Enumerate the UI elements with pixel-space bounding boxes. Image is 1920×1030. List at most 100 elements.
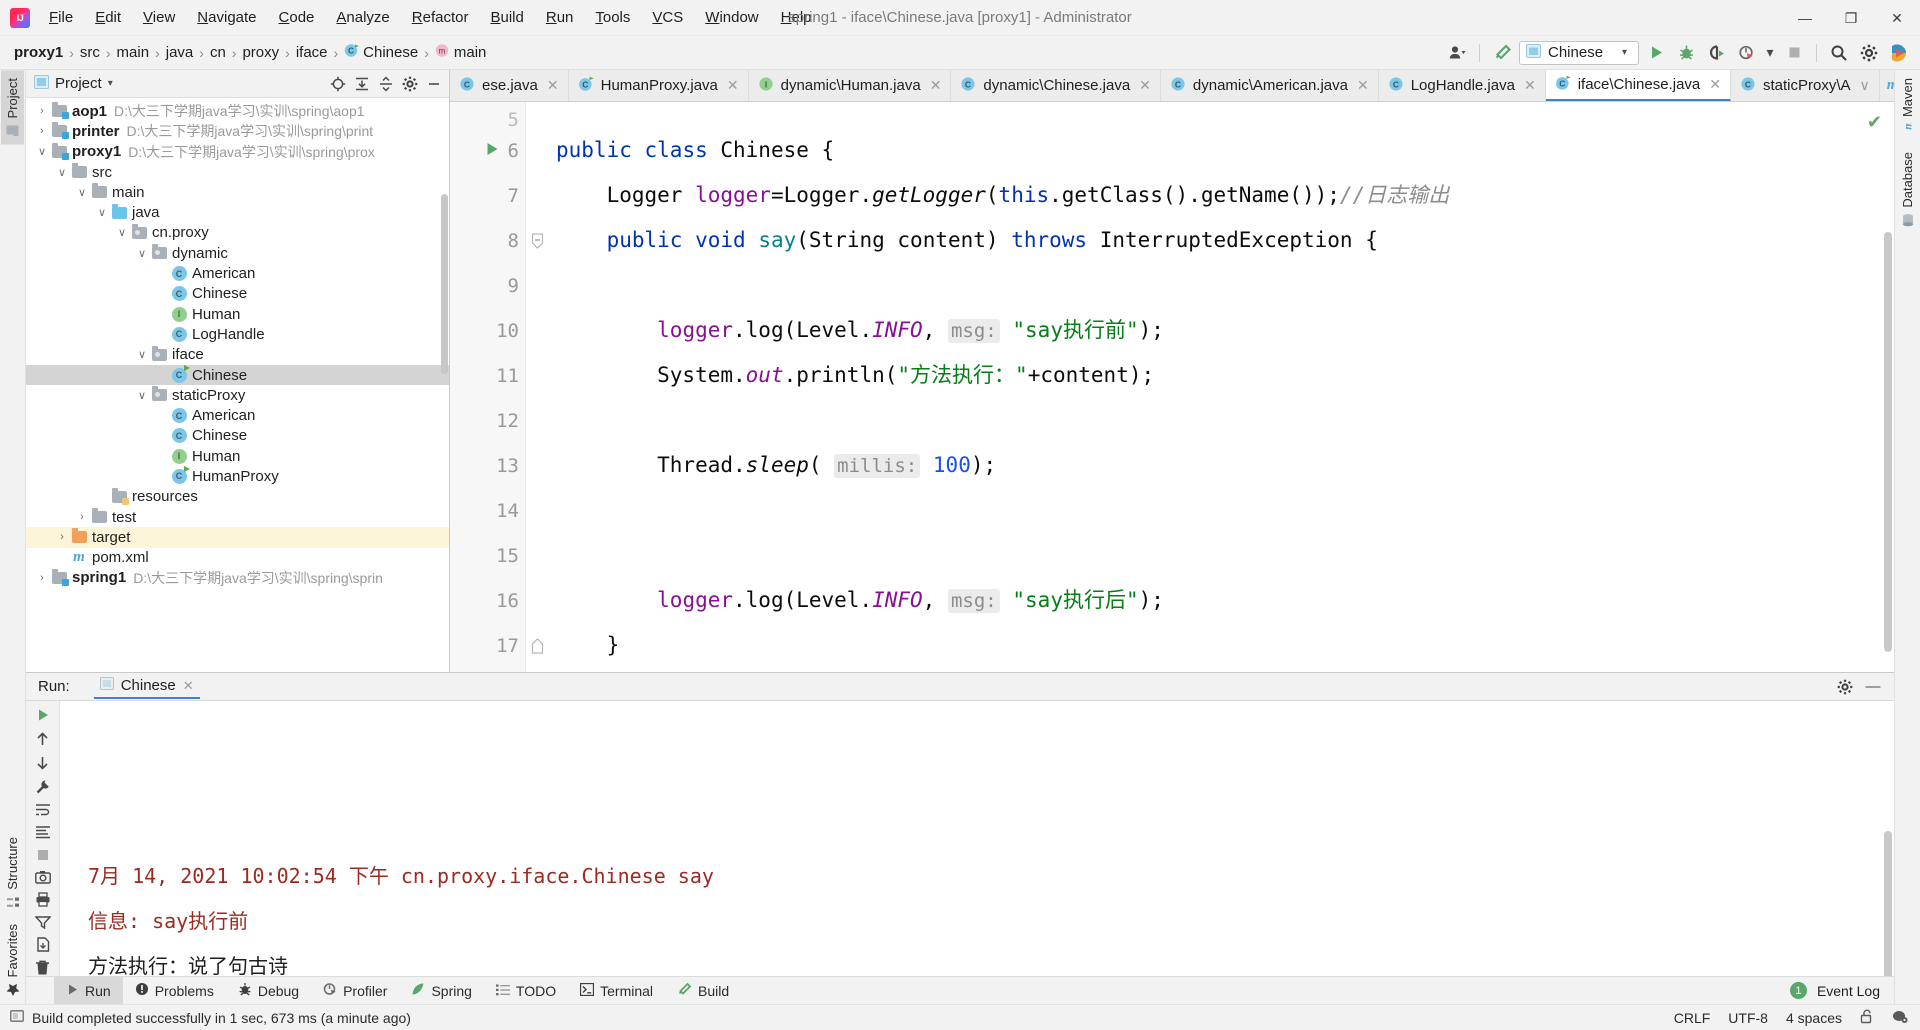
ide-updates-icon[interactable] <box>1886 40 1912 66</box>
editor-tab-ese-java[interactable]: Cese.java ✕ <box>450 70 569 101</box>
debug-bug-icon[interactable] <box>1673 40 1699 66</box>
menu-item-tools[interactable]: Tools <box>584 5 641 30</box>
code-line-10[interactable]: logger.log(Level.INFO, msg: "say执行前"); <box>556 308 1894 353</box>
tree-node-resources[interactable]: resources <box>26 487 449 507</box>
gutter-line-18[interactable]: 18 <box>450 668 525 672</box>
code-line-9[interactable] <box>556 263 1894 308</box>
tool-button-favorites[interactable]: Favorites <box>1 916 24 1004</box>
editor-tab-dynamic-american-java[interactable]: Cdynamic\American.java ✕ <box>1160 70 1379 101</box>
bottom-tab-profiler[interactable]: Profiler <box>311 977 399 1004</box>
tool-button-structure[interactable]: Structure <box>1 829 24 916</box>
locate-target-icon[interactable] <box>327 73 349 95</box>
tree-node-human[interactable]: I Human <box>26 304 449 324</box>
editor-scrollbar[interactable] <box>1884 232 1892 652</box>
breadcrumb-item-main[interactable]: main <box>113 42 154 63</box>
chevron-right-icon[interactable]: › <box>34 125 50 137</box>
bottom-tab-problems[interactable]: Problems <box>123 977 226 1004</box>
code-line-8[interactable]: public void say(String content) throws I… <box>556 218 1894 263</box>
menu-item-analyze[interactable]: Analyze <box>325 5 400 30</box>
collapse-all-icon[interactable] <box>375 73 397 95</box>
tree-node-aop1[interactable]: › aop1 D:\大三下学期java学习\实训\spring\aop1 <box>26 101 449 121</box>
chevron-down-icon[interactable]: ∨ <box>134 348 150 361</box>
gutter-line-13[interactable]: 13 <box>450 443 525 488</box>
menu-item-view[interactable]: View <box>132 5 186 30</box>
event-log-area[interactable]: 1 Event Log <box>1789 977 1894 1004</box>
fold-marker-17[interactable] <box>526 623 548 668</box>
breadcrumb-item-iface[interactable]: iface <box>292 42 332 63</box>
tree-node-cn-proxy[interactable]: ∨ cn.proxy <box>26 223 449 243</box>
bottom-tab-debug[interactable]: Debug <box>226 977 311 1004</box>
gutter-line-15[interactable]: 15 <box>450 533 525 578</box>
gear-icon[interactable] <box>399 73 421 95</box>
breadcrumb-item-src[interactable]: src <box>76 42 104 63</box>
editor-tab-humanproxy-java[interactable]: C HumanProxy.java ✕ <box>568 70 749 101</box>
close-icon[interactable]: ✕ <box>547 77 559 94</box>
gutter-line-7[interactable]: 7 <box>450 173 525 218</box>
run-gutter-icon[interactable] <box>484 140 500 162</box>
menu-item-navigate[interactable]: Navigate <box>186 5 267 30</box>
gutter-line-5[interactable]: 5 <box>450 112 525 128</box>
breadcrumb-item-java[interactable]: java <box>162 42 198 63</box>
tree-node-american[interactable]: C American <box>26 263 449 283</box>
tree-node-staticproxy[interactable]: ∨ staticProxy <box>26 385 449 405</box>
close-icon[interactable]: ✕ <box>1524 77 1536 94</box>
run-with-coverage-icon[interactable] <box>1703 40 1729 66</box>
menu-item-run[interactable]: Run <box>535 5 585 30</box>
bottom-tab-spring[interactable]: Spring <box>399 977 483 1004</box>
inspection-status-icon[interactable]: ✔ <box>1867 112 1882 133</box>
gutter-line-11[interactable]: 11 <box>450 353 525 398</box>
gear-icon[interactable] <box>1834 676 1856 698</box>
editor-tab-loghandle-java[interactable]: C LogHandle.java ✕ <box>1378 70 1546 101</box>
scroll-up-icon[interactable] <box>31 731 55 747</box>
run-play-icon[interactable] <box>1643 40 1669 66</box>
breadcrumb-item-main[interactable]: m main <box>431 41 491 64</box>
tree-node-humanproxy[interactable]: C HumanProxy <box>26 465 449 486</box>
editor-tab-dynamic-human-java[interactable]: Idynamic\Human.java ✕ <box>748 70 952 101</box>
project-tree[interactable]: › aop1 D:\大三下学期java学习\实训\spring\aop1 › print… <box>26 98 449 672</box>
menu-item-file[interactable]: File <box>38 5 84 30</box>
chevron-down-icon[interactable]: ∨ <box>134 247 150 260</box>
close-icon[interactable]: ✕ <box>1357 77 1369 94</box>
menu-item-refactor[interactable]: Refactor <box>401 5 480 30</box>
trash-icon[interactable] <box>31 960 55 976</box>
chevron-right-icon[interactable]: › <box>54 531 70 543</box>
code-line-13[interactable]: Thread.sleep( millis: 100); <box>556 443 1894 488</box>
editor-viewport[interactable]: 5 6 7 8 9 10 11 12 13 14 15 16 17 18 public class Chi… <box>450 102 1894 672</box>
indent-widget[interactable]: 4 spaces <box>1786 1010 1842 1026</box>
search-everywhere-icon[interactable] <box>1826 40 1852 66</box>
chevron-down-icon[interactable]: ∨ <box>1860 77 1870 94</box>
code-line-14[interactable] <box>556 488 1894 533</box>
console-scrollbar[interactable] <box>1884 831 1892 976</box>
rerun-play-icon[interactable] <box>31 707 55 723</box>
chevron-down-icon[interactable]: ∨ <box>94 206 110 219</box>
code-line-12[interactable] <box>556 398 1894 443</box>
tool-button-database[interactable]: Database <box>1896 144 1919 235</box>
editor-tab-iface-chinese-java[interactable]: Ciface\Chinese.java ✕ <box>1545 70 1731 101</box>
print-icon[interactable] <box>31 892 55 907</box>
close-icon[interactable]: ✕ <box>727 77 739 94</box>
menu-item-build[interactable]: Build <box>479 5 534 30</box>
profiler-chevron-down-icon[interactable]: ▾ <box>1763 40 1777 66</box>
code-content[interactable]: public class Chinese { Logger logger=Log… <box>548 102 1894 672</box>
run-tab-chinese[interactable]: Chinese ✕ <box>93 674 200 699</box>
tree-node-iface[interactable]: ∨ iface <box>26 345 449 365</box>
tree-node-printer[interactable]: › printer D:\大三下学期java学习\实训\spring\print <box>26 121 449 141</box>
editor-fold-bar[interactable] <box>526 102 548 672</box>
profiler-icon[interactable] <box>1733 40 1759 66</box>
maximize-button[interactable]: ❐ <box>1828 0 1874 36</box>
gutter-line-8[interactable]: 8 <box>450 218 525 263</box>
event-log-label[interactable]: Event Log <box>1817 983 1880 999</box>
tree-node-spring1[interactable]: › spring1 D:\大三下学期java学习\实训\spring\sprin <box>26 568 449 588</box>
tree-node-target[interactable]: › target <box>26 527 449 548</box>
tool-button-project[interactable]: Project <box>1 70 24 145</box>
inspection-widget-icon[interactable] <box>1892 1009 1908 1027</box>
bottom-tab-todo[interactable]: TODO <box>484 977 568 1004</box>
user-account-icon[interactable] <box>1444 40 1470 66</box>
code-line-18[interactable] <box>556 668 1894 672</box>
menu-item-vcs[interactable]: VCS <box>641 5 694 30</box>
tree-node-american[interactable]: C American <box>26 405 449 425</box>
chevron-down-icon[interactable]: ∨ <box>74 186 90 199</box>
close-icon[interactable]: ✕ <box>930 77 942 94</box>
code-line-7[interactable]: Logger logger=Logger.getLogger(this.getC… <box>556 173 1894 218</box>
console-output[interactable]: 7月 14, 2021 10:02:54 下午 cn.proxy.iface.C… <box>60 701 1894 976</box>
